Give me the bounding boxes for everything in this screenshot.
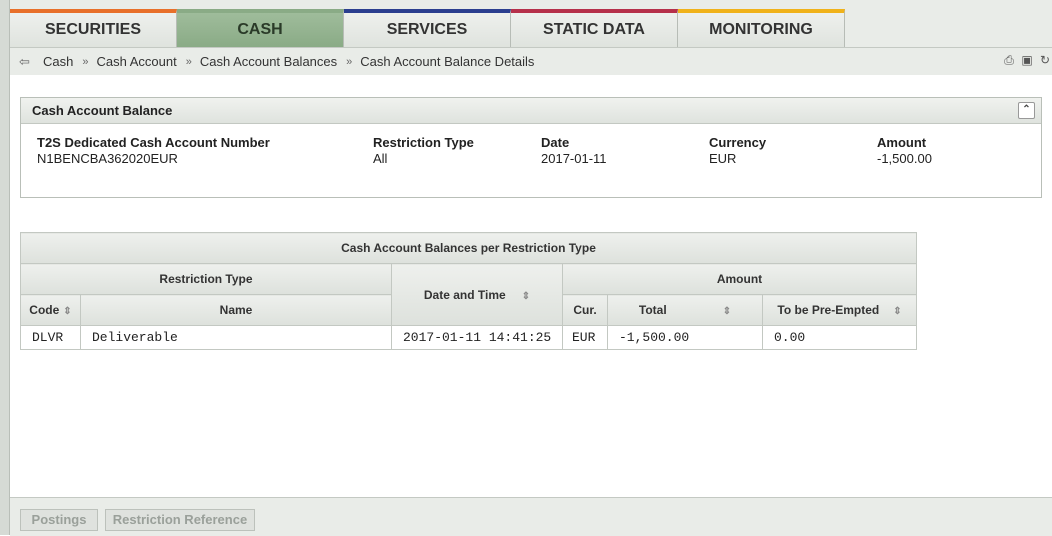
toolbar-icons: ⎙ ▣ ↻ xyxy=(1002,53,1052,67)
cell-name: Deliverable xyxy=(80,325,392,350)
breadcrumb-item-cash-account[interactable]: Cash Account xyxy=(96,54,176,69)
postings-button[interactable]: Postings xyxy=(20,509,98,531)
column-label: To be Pre-Empted xyxy=(777,303,880,317)
cell-to-be-pre-empted: 0.00 xyxy=(762,325,917,350)
breadcrumb: ⇦ Cash » Cash Account » Cash Account Bal… xyxy=(10,47,1052,76)
breadcrumb-separator: » xyxy=(82,55,89,68)
field-cash-account-number: T2S Dedicated Cash Account Number N1BENC… xyxy=(37,135,270,166)
column-header-currency: Cur. xyxy=(562,294,608,326)
tab-securities[interactable]: SECURITIES xyxy=(10,9,177,47)
column-group-amount: Amount xyxy=(562,263,917,295)
sort-icon[interactable]: ⇕ xyxy=(63,306,71,317)
table-row[interactable]: DLVR Deliverable 2017-01-11 14:41:25 EUR… xyxy=(20,325,917,350)
print-icon[interactable]: ⎙ xyxy=(1002,53,1016,67)
main-content: Cash Account Balance ⌃ T2S Dedicated Cas… xyxy=(10,75,1052,497)
table-caption: Cash Account Balances per Restriction Ty… xyxy=(20,232,917,264)
refresh-icon[interactable]: ↻ xyxy=(1038,53,1052,67)
column-header-total[interactable]: Total ⇕ xyxy=(607,294,763,326)
tab-label: SECURITIES xyxy=(44,21,141,38)
sort-icon[interactable]: ⇕ xyxy=(723,306,731,317)
balances-table: Cash Account Balances per Restriction Ty… xyxy=(20,232,917,350)
column-header-to-be-pre-empted[interactable]: To be Pre-Empted ⇕ xyxy=(762,294,917,326)
column-header-date-time[interactable]: Date and Time ⇕ xyxy=(391,263,563,326)
field-value: All xyxy=(373,151,388,166)
cash-account-balance-panel: Cash Account Balance ⌃ T2S Dedicated Cas… xyxy=(20,97,1042,198)
cell-currency: EUR xyxy=(562,325,608,350)
cell-date-time: 2017-01-11 14:41:25 xyxy=(391,325,563,350)
field-label: T2S Dedicated Cash Account Number xyxy=(37,135,270,150)
breadcrumb-item-cash[interactable]: Cash xyxy=(43,54,73,69)
field-label: Currency xyxy=(709,135,767,150)
field-label: Date xyxy=(541,135,570,150)
tab-static-data[interactable]: STATIC DATA xyxy=(511,9,678,47)
breadcrumb-separator: » xyxy=(346,55,353,68)
collapse-icon[interactable]: ⌃ xyxy=(1018,102,1035,119)
column-label: Total xyxy=(638,303,667,317)
field-currency: Currency EUR xyxy=(709,135,766,166)
tab-label: CASH xyxy=(237,21,283,38)
tab-bar-filler xyxy=(862,9,1052,47)
column-group-restriction-type: Restriction Type xyxy=(20,263,392,295)
field-value: EUR xyxy=(709,151,737,166)
sort-icon[interactable]: ⇕ xyxy=(893,306,901,317)
restriction-reference-button[interactable]: Restriction Reference xyxy=(105,509,255,531)
column-header-name: Name xyxy=(80,294,392,326)
column-header-code[interactable]: Code ⇕ xyxy=(20,294,81,326)
footer-bar: Postings Restriction Reference xyxy=(10,497,1052,536)
tab-label: SERVICES xyxy=(386,21,468,38)
field-value: 2017-01-11 xyxy=(541,151,607,166)
cell-code: DLVR xyxy=(20,325,81,350)
main-tabs: SECURITIES CASH SERVICES STATIC DATA MON… xyxy=(10,9,845,47)
left-border xyxy=(0,0,10,535)
tab-cash[interactable]: CASH xyxy=(177,9,344,47)
field-date: Date 2017-01-11 xyxy=(541,135,607,166)
field-amount: Amount -1,500.00 xyxy=(877,135,932,166)
field-value: -1,500.00 xyxy=(877,151,932,166)
back-arrow-icon[interactable]: ⇦ xyxy=(19,54,39,70)
breadcrumb-item-cash-account-balances[interactable]: Cash Account Balances xyxy=(200,54,337,69)
tab-label: MONITORING xyxy=(709,21,813,38)
application-frame: SECURITIES CASH SERVICES STATIC DATA MON… xyxy=(0,0,1052,536)
sort-icon[interactable]: ⇕ xyxy=(522,291,530,302)
field-label: Restriction Type xyxy=(373,135,474,150)
field-restriction-type: Restriction Type All xyxy=(373,135,474,166)
save-icon[interactable]: ▣ xyxy=(1020,53,1034,67)
tab-label: STATIC DATA xyxy=(543,21,645,38)
cell-total: -1,500.00 xyxy=(607,325,763,350)
panel-title: Cash Account Balance xyxy=(32,103,173,118)
tab-monitoring[interactable]: MONITORING xyxy=(678,9,845,47)
panel-header: Cash Account Balance ⌃ xyxy=(21,98,1041,124)
field-value: N1BENCBA362020EUR xyxy=(37,151,178,166)
tab-services[interactable]: SERVICES xyxy=(344,9,511,47)
column-label: Date and Time xyxy=(423,287,506,302)
breadcrumb-item-current: Cash Account Balance Details xyxy=(360,54,535,69)
field-label: Amount xyxy=(877,135,927,150)
breadcrumb-separator: » xyxy=(185,55,192,68)
column-label: Code xyxy=(29,303,60,317)
